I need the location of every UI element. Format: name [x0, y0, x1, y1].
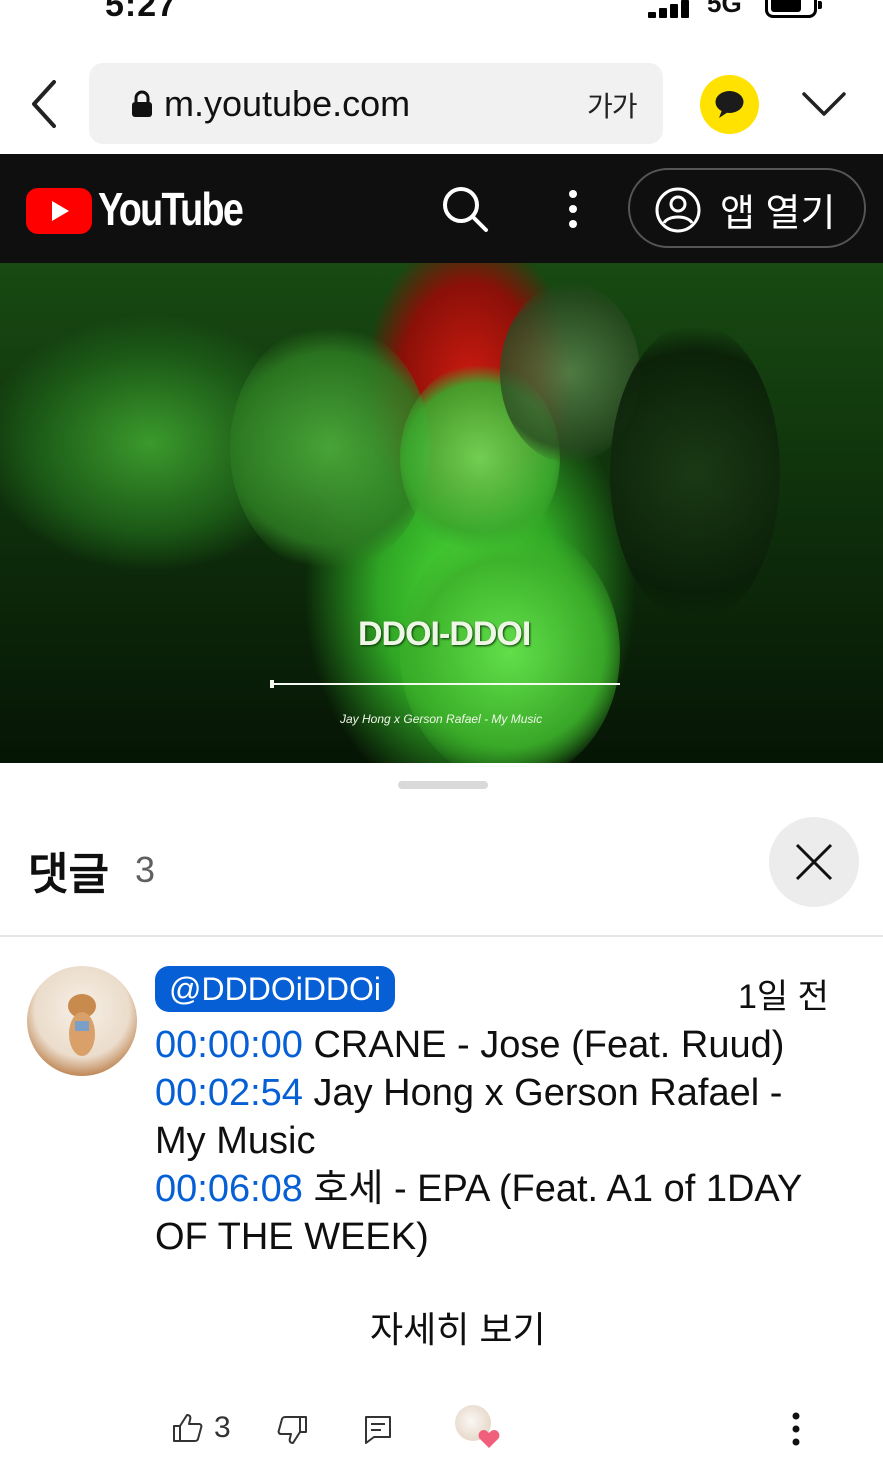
more-vert-icon[interactable] [788, 1411, 804, 1447]
comment-author[interactable]: @DDDOiDDOi [155, 966, 396, 1012]
address-bar[interactable]: m.youtube.com 가가 [89, 63, 663, 144]
comment-time: 1일 전 [738, 978, 829, 1016]
avatar[interactable] [27, 966, 137, 1076]
thumbs-up-icon[interactable] [172, 1413, 204, 1443]
video-overlay-subtitle: Jay Hong x Gerson Rafael - My Music [340, 712, 543, 726]
chevron-down-icon[interactable] [800, 88, 848, 120]
text-size-button[interactable]: 가가 [587, 85, 638, 125]
heart-icon [478, 1430, 500, 1448]
more-vert-icon[interactable] [560, 188, 586, 230]
reply-icon[interactable] [364, 1415, 392, 1445]
url-text: m.youtube.com [164, 83, 411, 124]
youtube-logo-text[interactable]: YouTube [98, 182, 244, 236]
like-count: 3 [214, 1411, 231, 1444]
read-more-button[interactable]: 자세히 보기 [370, 1301, 546, 1353]
kakao-talk-icon[interactable] [700, 75, 759, 134]
timestamp-link[interactable]: 00:06:08 [155, 1168, 303, 1210]
open-app-label: 앱 열기 [720, 193, 836, 235]
comment-body: 00:00:00 CRANE - Jose (Feat. Ruud) 00:02… [155, 1021, 835, 1261]
divider [0, 935, 883, 937]
youtube-logo-icon[interactable] [26, 188, 92, 234]
video-overlay-title: DDOI-DDOI [358, 615, 531, 653]
battery-icon [765, 0, 822, 18]
close-icon [795, 843, 833, 881]
comment-line: 00:02:54 Jay Hong x Gerson Rafael - My M… [155, 1072, 783, 1162]
comment-line: 00:00:00 CRANE - Jose (Feat. Ruud) [155, 1024, 785, 1066]
thumbs-down-icon[interactable] [276, 1415, 308, 1445]
lock-icon [132, 90, 152, 117]
back-icon[interactable] [26, 78, 66, 130]
comment-line: 00:06:08 호세 - EPA (Feat. A1 of 1DAY OF T… [155, 1168, 802, 1258]
timestamp-link[interactable]: 00:02:54 [155, 1072, 303, 1114]
status-time: 5:27 [105, 0, 178, 24]
account-circle-icon [655, 187, 701, 233]
drag-handle[interactable] [398, 781, 488, 789]
search-icon[interactable] [440, 184, 490, 234]
video-player[interactable]: DDOI-DDOI Jay Hong x Gerson Rafael - My … [0, 263, 883, 763]
open-app-button[interactable]: 앱 열기 [628, 168, 866, 248]
network-type: 5G [707, 0, 742, 18]
comments-panel: 댓글 3 @DDDOiDDOi 1일 전 00:00:00 CRANE - Jo… [0, 763, 883, 1481]
youtube-header: YouTube 앱 열기 [0, 154, 883, 263]
waveform-graphic [270, 680, 620, 688]
status-bar: 5:27 5G [0, 0, 883, 40]
timestamp-link[interactable]: 00:00:00 [155, 1024, 303, 1066]
comments-title: 댓글 [28, 850, 109, 899]
close-button[interactable] [769, 817, 859, 907]
comments-count: 3 [135, 849, 156, 890]
